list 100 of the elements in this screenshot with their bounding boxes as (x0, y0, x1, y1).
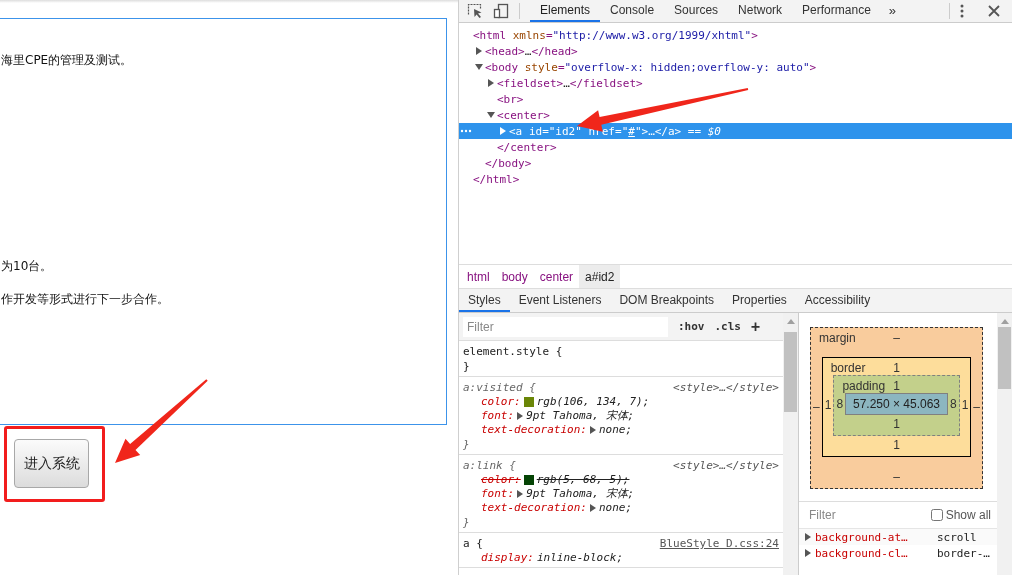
css-property[interactable]: font: (481, 409, 515, 423)
margin-value: – (972, 399, 981, 414)
expand-triangle-icon[interactable] (517, 490, 524, 498)
dom-row[interactable]: <br> (459, 91, 1012, 107)
scrollbar[interactable] (783, 313, 798, 575)
filter-field[interactable]: Filter (463, 316, 668, 337)
element-markup: <html xmlns="http://www.w3.org/1999/xhtml"> (473, 28, 758, 42)
breadcrumb-item[interactable]: a#id2 (579, 265, 621, 288)
css-property[interactable]: color: (481, 395, 521, 409)
more-options-icon[interactable] (960, 4, 964, 18)
css-value[interactable]: none; (598, 423, 633, 437)
css-value[interactable]: rgb(106, 134, 7); (536, 395, 650, 409)
padding-value: 1 (892, 416, 901, 431)
device-icon[interactable] (493, 3, 509, 19)
padding-value: 8 (835, 396, 845, 411)
expand-triangle-icon[interactable] (589, 426, 596, 434)
panel-tab[interactable]: Properties (723, 289, 796, 312)
expand-triangle-icon[interactable] (487, 111, 495, 119)
closing-brace: } (463, 437, 470, 452)
expand-triangle-icon[interactable] (475, 63, 483, 71)
css-property[interactable]: font: (481, 487, 515, 501)
class-button[interactable]: .cls (704, 320, 741, 333)
source-label: <style>…</style> (673, 458, 779, 473)
panel-tab[interactable]: Accessibility (795, 289, 880, 312)
dom-row[interactable]: <head>…</head> (459, 43, 1012, 59)
computed-property[interactable]: background-cl… (815, 546, 933, 560)
box-label: border (830, 360, 867, 375)
new-rule-button[interactable]: + (741, 317, 761, 336)
enter-system-button[interactable]: 进入系统 (14, 439, 89, 488)
expand-triangle-icon[interactable] (589, 504, 596, 512)
css-selector: a:visited { (463, 380, 536, 395)
breadcrumb-item[interactable]: center (533, 265, 580, 288)
breadcrumb-item[interactable]: body (495, 265, 534, 288)
inspect-icon[interactable] (467, 3, 483, 19)
filter-field[interactable]: Filter (805, 505, 885, 525)
more-tabs-button[interactable]: » (880, 0, 905, 22)
element-markup: <fieldset>…</fieldset> (497, 76, 643, 90)
margin-value: – (892, 470, 901, 484)
devtools-tab[interactable]: Performance (792, 0, 881, 22)
margin-value: – (812, 399, 821, 414)
color-swatch[interactable] (523, 475, 534, 485)
checkbox-label: Show all (945, 508, 991, 522)
element-markup: <br> (497, 92, 524, 106)
expand-triangle-icon[interactable] (475, 47, 483, 55)
expand-triangle-icon[interactable] (487, 79, 495, 87)
color-swatch[interactable] (523, 397, 534, 407)
close-icon[interactable] (988, 5, 1000, 17)
element-markup: </center> (497, 140, 557, 154)
box-label: margin (819, 331, 857, 345)
dom-row[interactable]: <center> (459, 107, 1012, 123)
checkbox[interactable] (930, 509, 943, 521)
border-value: 1 (960, 398, 970, 412)
panel-tab[interactable]: Event Listeners (509, 289, 611, 312)
css-value[interactable]: 9pt Tahoma, 宋体; (526, 409, 635, 423)
element-markup: </body> (485, 156, 532, 170)
hover-state-button[interactable]: :hov (668, 320, 705, 333)
computed-value: border-… (937, 546, 990, 560)
dom-row[interactable]: <fieldset>…</fieldset> (459, 75, 1012, 91)
devtools-tab[interactable]: Elements (530, 0, 601, 22)
css-selector: element.style { (463, 344, 563, 359)
scrollbar-thumb[interactable] (784, 332, 797, 412)
breadcrumb-item[interactable]: html (461, 265, 496, 288)
css-value[interactable]: rgb(5, 68, 5); (536, 473, 630, 487)
expand-triangle-icon[interactable] (517, 412, 524, 420)
computed-property[interactable]: background-at… (815, 530, 933, 544)
devtools-tab[interactable]: Network (728, 0, 793, 22)
closing-brace: } (463, 515, 470, 530)
element-markup: <body style="overflow-x: hidden;overflow-y: auto"> (485, 60, 817, 74)
css-value[interactable]: 9pt Tahoma, 宋体; (526, 487, 635, 501)
closing-brace: } (463, 359, 470, 374)
source-link[interactable]: BlueStyle D.css:24 (659, 536, 779, 551)
expand-triangle-icon[interactable] (499, 127, 507, 135)
scrollbar-thumb[interactable] (998, 327, 1011, 389)
element-markup: <head>…</head> (485, 44, 578, 58)
paragraph-text: 为10台。 (1, 258, 54, 274)
scrollbar[interactable] (997, 313, 1012, 575)
paragraph-text: 作开发等形式进行下一步合作。 (1, 291, 170, 307)
computed-value: scroll (937, 530, 977, 544)
border-value: 1 (892, 360, 901, 375)
devtools-tab[interactable]: Console (600, 0, 665, 22)
more-icon[interactable] (460, 129, 472, 133)
css-property[interactable]: text-decoration: (481, 423, 587, 437)
dom-row[interactable]: <html xmlns="http://www.w3.org/1999/xhtml"> (459, 27, 1012, 43)
css-value[interactable]: none; (598, 501, 633, 515)
devtools-tab[interactable]: Sources (664, 0, 729, 22)
box-label: padding (842, 378, 887, 393)
css-property[interactable]: text-decoration: (481, 501, 587, 515)
css-selector: a:link { (463, 458, 516, 473)
css-property[interactable]: color: (481, 473, 521, 487)
css-property[interactable]: display: (481, 551, 534, 565)
source-label: <style>…</style> (673, 380, 779, 395)
panel-tab[interactable]: DOM Breakpoints (610, 289, 724, 312)
content-size: 57.250 × 45.063 (845, 392, 948, 415)
padding-value: 8 (948, 396, 958, 411)
css-value[interactable]: inline-block; (537, 551, 624, 565)
padding-value: 1 (892, 378, 901, 393)
element-markup: </html> (473, 172, 520, 186)
border-value: 1 (892, 437, 901, 452)
dom-row[interactable]: <body style="overflow-x: hidden;overflow-y: auto"> (459, 59, 1012, 75)
css-selector: a { (463, 536, 483, 551)
